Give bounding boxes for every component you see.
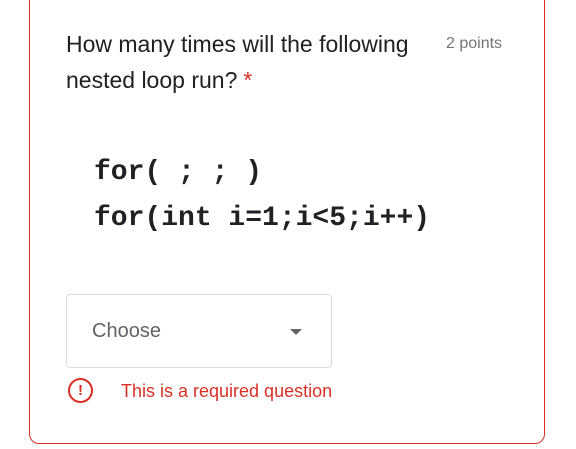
dropdown-selected-value: Choose xyxy=(92,320,161,342)
question-text: How many times will the following nested… xyxy=(66,31,409,93)
exclamation-circle-icon: ! xyxy=(68,378,93,403)
triangle-down-icon xyxy=(290,329,302,335)
question-title: How many times will the following nested… xyxy=(66,26,436,98)
required-asterisk: * xyxy=(243,67,253,93)
code-line-2: for(int i=1;i<5;i++) xyxy=(94,203,431,234)
points-label: 2 points xyxy=(446,35,503,52)
answer-dropdown[interactable]: Choose xyxy=(66,294,332,368)
code-line-1: for( ; ; ) xyxy=(94,157,263,188)
error-message: This is a required question xyxy=(121,381,333,401)
code-snippet: for( ; ; ) for(int i=1;i<5;i++) xyxy=(94,150,430,242)
